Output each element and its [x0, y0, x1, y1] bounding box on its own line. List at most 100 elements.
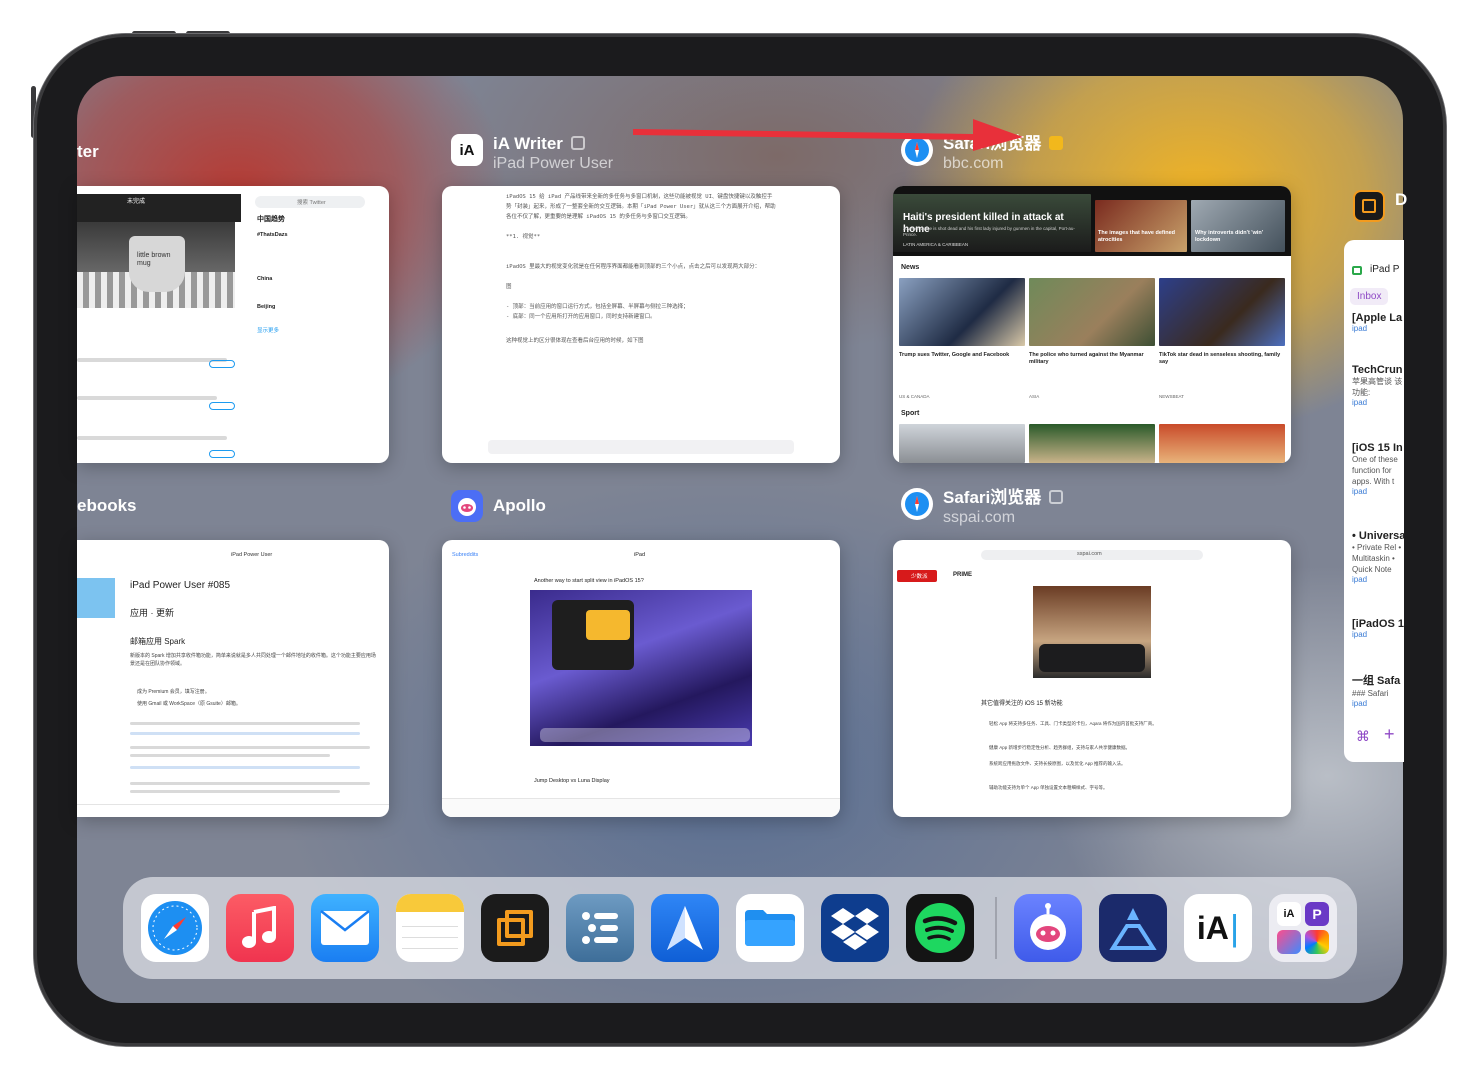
dock-mail-icon[interactable]	[311, 894, 379, 962]
keyboard-toolbar[interactable]	[488, 440, 794, 454]
window-stack-icon[interactable]	[570, 136, 585, 150]
article-heading: 其它值得关注的 iOS 15 新功能	[981, 701, 1063, 707]
panel-title: iPad P	[1370, 264, 1400, 275]
news-section-label[interactable]: News	[901, 264, 919, 271]
list-item[interactable]: [Apple La ipad	[1352, 312, 1402, 333]
add-icon[interactable]: +	[1384, 724, 1395, 745]
hero-photo[interactable]	[1033, 586, 1151, 678]
follow-button[interactable]	[209, 402, 235, 410]
safari-icon	[901, 488, 933, 520]
grid-icon[interactable]: ⌘	[1356, 728, 1370, 745]
address-bar[interactable]: sspai.com	[981, 550, 1203, 560]
trend-item[interactable]: Beijing	[257, 304, 275, 310]
story1-headline[interactable]: Trump sues Twitter, Google and Facebook	[899, 352, 1025, 359]
tile-label-safari-sspai[interactable]: Safari浏览器 sspai.com	[901, 488, 1064, 528]
dock-apollo-icon[interactable]	[1014, 894, 1082, 962]
dock-iawriter-icon[interactable]: iA |	[1184, 894, 1252, 962]
window-stack-icon[interactable]	[1049, 136, 1064, 150]
list-item[interactable]: TechCrun 苹果高管谈 该功能: ipad	[1352, 364, 1404, 407]
brand-name: 少数派	[911, 574, 928, 580]
trending-header: 中国趋势	[257, 216, 285, 223]
tile-label-iawriter[interactable]: iA iA Writer iPad Power User	[451, 134, 613, 174]
apollo-card[interactable]: Subreddits iPad Another way to start spl…	[442, 540, 840, 817]
tweet-media-header	[77, 194, 241, 222]
bullet: 成为 Premium 会员，填写注册。	[137, 689, 210, 695]
post-title[interactable]: Jump Desktop vs Luna Display	[534, 778, 610, 784]
back-button[interactable]: Subreddits	[452, 552, 478, 558]
window-stack-icon[interactable]	[1049, 490, 1064, 504]
drafts-card[interactable]: iPad P Inbox [Apple La ipad TechCrun 苹果高…	[1344, 240, 1404, 762]
bottom-toolbar[interactable]	[77, 804, 389, 805]
list-item[interactable]: [iOS 15 In One of these function for app…	[1352, 442, 1404, 496]
twitter-card[interactable]: 未完成 little brown mug 搜索 Twitter 中国趋势 #Th…	[77, 186, 389, 463]
ebooks-card[interactable]: iPad Power User iPad Power User #085 应用 …	[77, 540, 389, 817]
dock-dropbox-icon[interactable]	[821, 894, 889, 962]
hero2-headline[interactable]: The images that have defined atrocities	[1098, 230, 1186, 244]
trend-item[interactable]: China	[257, 276, 272, 282]
document-text: iPadOS 15 给 iPad 产品线带来全新的多任务与多窗口机制，这些功能被…	[506, 192, 776, 356]
section-title: 邮箱应用 Spark	[130, 637, 186, 646]
story2-image[interactable]	[1029, 278, 1155, 346]
iawriter-card[interactable]: iPadOS 15 给 iPad 产品线带来全新的多任务与多窗口机制，这些功能被…	[442, 186, 840, 463]
prime-link[interactable]: PRIME	[953, 572, 972, 578]
dock-notes-icon[interactable]	[396, 894, 464, 962]
follow-button[interactable]	[209, 360, 235, 368]
tile-title: Apollo	[493, 496, 546, 515]
list-item[interactable]: 一组 Safa ### Safari ipad	[1352, 672, 1400, 708]
dock-outliner-icon[interactable]	[566, 894, 634, 962]
trend-item[interactable]: #ThatsDazs	[257, 232, 288, 238]
tile-title: D	[1395, 190, 1408, 209]
story2-headline[interactable]: The police who turned against the Myanma…	[1029, 352, 1155, 366]
dock-spotify-icon[interactable]	[906, 894, 974, 962]
bullet: 健康 App 新增步行稳定性分析、趋势群组，支持与家人共享健康数据。	[989, 745, 1131, 750]
bullet: 辅助功能支持为单个 App 单独设置文本粗细样式、字号等。	[989, 785, 1108, 790]
tab-bar[interactable]	[442, 798, 840, 817]
dock-spark-icon[interactable]	[651, 894, 719, 962]
mug-header-label: 未完成	[127, 199, 146, 205]
tile-label-twitter[interactable]: ter	[77, 142, 99, 162]
safari-bbc-card[interactable]: Haiti's president killed in attack at ho…	[893, 186, 1291, 463]
story3-tag: NEWSBEAT	[1159, 394, 1184, 399]
doc-title: iPad Power User #085	[130, 580, 231, 591]
apollo-icon	[451, 490, 483, 522]
list-item[interactable]: [iPadOS 1 ipad	[1352, 618, 1404, 639]
dock-music-icon[interactable]	[226, 894, 294, 962]
hero-tag: LATIN AMERICA & CARIBBEAN	[903, 242, 969, 247]
sport-section-label[interactable]: Sport	[901, 410, 919, 417]
hero-summary: Jovenel Moïse is shot dead and his first…	[903, 226, 1075, 237]
mug-photo: little brown mug	[77, 222, 235, 308]
inbox-tab[interactable]: Inbox	[1350, 288, 1389, 305]
tile-label-drafts[interactable]: D	[1353, 190, 1407, 222]
safari-sspai-card[interactable]: sspai.com 少数派 PRIME 其它值得关注的 iOS 15 新功能 轻…	[893, 540, 1291, 817]
tile-subtitle: sspai.com	[943, 509, 1016, 526]
post-title[interactable]: Another way to start split view in iPadO…	[534, 578, 644, 584]
figure-mark: 图	[506, 284, 512, 290]
bullet: 系统跨应用拖放文件、支持长按原图，以及优化 App 推荐的输入法。	[989, 761, 1126, 766]
tile-title: ter	[77, 142, 99, 161]
search-field[interactable]: 搜索 Twitter	[255, 196, 365, 208]
url-text: sspai.com	[1077, 551, 1102, 557]
story3-headline[interactable]: TikTok star dead in senseless shooting, …	[1159, 352, 1285, 366]
tile-label-apollo[interactable]: Apollo	[451, 490, 546, 522]
show-more-link[interactable]: 显示更多	[257, 326, 279, 334]
dock-safari-icon[interactable]	[141, 894, 209, 962]
site-logo[interactable]: 少数派	[897, 570, 937, 582]
dock-affinity-icon[interactable]	[1099, 894, 1167, 962]
dock-app-library-icon[interactable]: iA P	[1269, 894, 1337, 962]
paragraph: iPadOS 15 给 iPad 产品线带来全新的多任务与多窗口机制，这些功能被…	[506, 194, 776, 220]
doc-subtitle: 应用 · 更新	[130, 608, 174, 618]
story1-tag: US & CANADA	[899, 394, 930, 399]
drafts-icon	[1353, 190, 1385, 222]
story3-image[interactable]	[1159, 278, 1285, 346]
follow-button[interactable]	[209, 450, 235, 458]
hero3-headline[interactable]: Why introverts didn't 'win' lockdown	[1195, 230, 1283, 244]
post-image[interactable]	[530, 590, 752, 746]
tile-label-ebooks[interactable]: ebooks	[77, 496, 137, 516]
dock-readdle-icon[interactable]	[481, 894, 549, 962]
dock-files-icon[interactable]	[736, 894, 804, 962]
story1-image[interactable]	[899, 278, 1025, 346]
tile-title: iA Writer	[493, 134, 563, 153]
heading: **1. 视觉**	[506, 234, 541, 240]
nav-title: iPad	[634, 552, 646, 558]
list-item[interactable]: • Universa • Private Rel • Multitaskin •…	[1352, 530, 1404, 584]
